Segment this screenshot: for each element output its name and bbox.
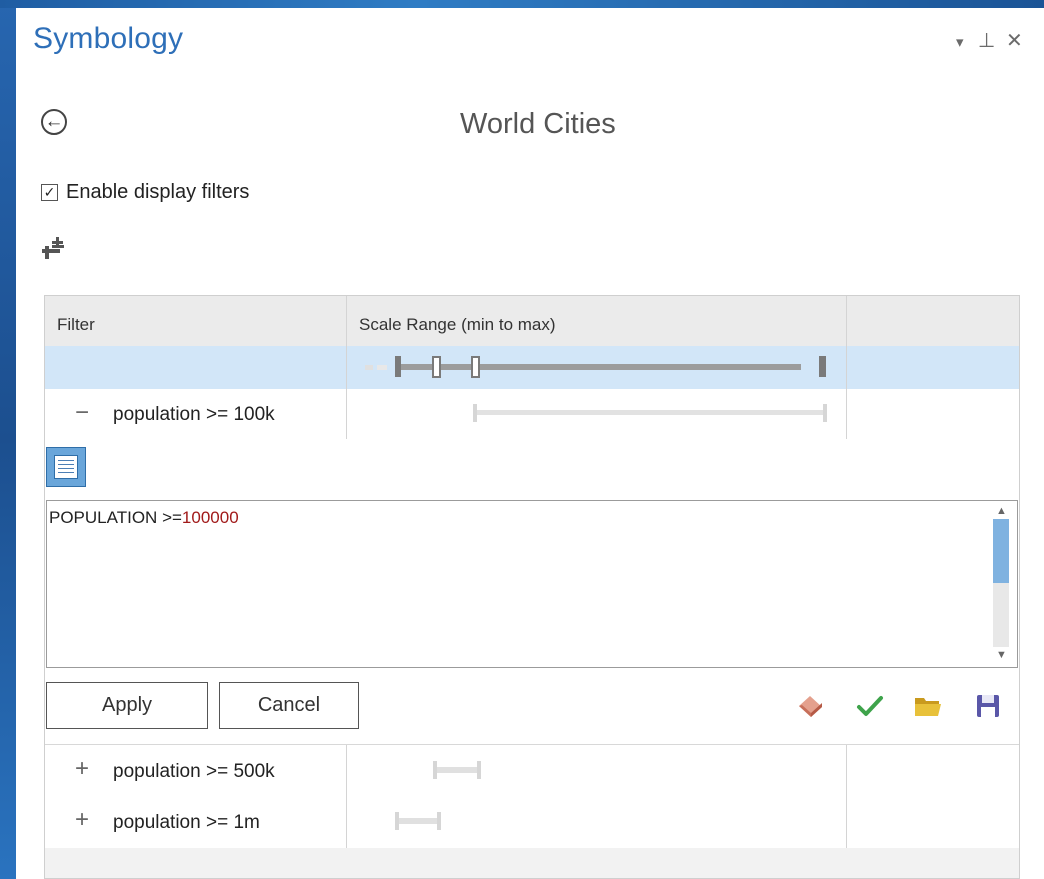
filter-row[interactable]: − population >= 100k — [45, 389, 1019, 440]
expression-textbox[interactable]: POPULATION >=100000 ▲ ▼ — [46, 500, 1018, 668]
filter-label: population >= 1m — [113, 812, 260, 833]
expression-field: POPULATION — [49, 508, 158, 527]
collapse-icon[interactable]: − — [75, 399, 89, 427]
sql-mode-button[interactable] — [46, 447, 86, 487]
grid-header: Filter Scale Range (min to max) — [45, 296, 1019, 347]
grid-footer — [45, 848, 1019, 878]
filter-scale-range[interactable] — [347, 796, 847, 848]
add-filter-icon[interactable] — [41, 234, 67, 264]
filter-label: population >= 500k — [113, 761, 275, 782]
checkmark-icon[interactable] — [855, 692, 885, 720]
scale-overview-row[interactable] — [45, 346, 1019, 390]
filter-cell: + population >= 500k — [45, 745, 347, 797]
pane-menu-icon[interactable]: ▾ — [956, 33, 964, 51]
expression-operator: >= — [162, 508, 182, 527]
filter-label: population >= 100k — [113, 404, 275, 425]
filter-cell: + population >= 1m — [45, 796, 347, 848]
scroll-up-icon[interactable]: ▲ — [996, 505, 1007, 517]
sql-mode-icon — [54, 455, 78, 479]
pin-icon[interactable]: ⊥ — [978, 28, 995, 53]
expand-icon[interactable]: + — [75, 806, 89, 834]
expression-scrollbar[interactable]: ▲ ▼ — [993, 505, 1009, 661]
symbology-pane: Symbology ▾ ⊥ ✕ ← World Cities ✓ Enable … — [16, 8, 1044, 879]
filter-row[interactable]: + population >= 500k — [45, 744, 1019, 798]
save-icon[interactable] — [973, 692, 1003, 720]
scroll-down-icon[interactable]: ▼ — [996, 649, 1007, 661]
filter-scale-range[interactable] — [347, 745, 847, 797]
back-arrow-icon: ← — [44, 111, 64, 132]
column-header-filter[interactable]: Filter — [45, 296, 347, 346]
cancel-button[interactable]: Cancel — [219, 682, 359, 729]
app-background-strip — [0, 0, 16, 879]
filter-scale-range[interactable] — [347, 389, 847, 439]
back-button[interactable]: ← — [41, 109, 67, 135]
apply-button[interactable]: Apply — [46, 682, 208, 729]
folder-open-icon[interactable] — [913, 692, 943, 720]
eraser-icon[interactable] — [795, 692, 825, 720]
layer-name: World Cities — [460, 108, 616, 140]
close-icon[interactable]: ✕ — [1006, 28, 1023, 53]
scale-overview-slider[interactable] — [347, 346, 847, 389]
enable-display-filters-row[interactable]: ✓ Enable display filters — [41, 181, 249, 204]
expand-icon[interactable]: + — [75, 755, 89, 783]
column-header-extra — [847, 296, 1019, 346]
filter-editor: POPULATION >=100000 ▲ ▼ Apply Cancel — [45, 439, 1019, 744]
app-top-strip — [0, 0, 1044, 8]
enable-display-filters-label: Enable display filters — [66, 181, 250, 203]
expression-value: 100000 — [181, 508, 239, 527]
enable-display-filters-checkbox[interactable]: ✓ — [41, 184, 58, 201]
expression-text: POPULATION >=100000 — [49, 508, 239, 528]
filter-row[interactable]: + population >= 1m — [45, 796, 1019, 849]
column-header-scale-range[interactable]: Scale Range (min to max) — [347, 296, 847, 346]
scroll-thumb[interactable] — [993, 519, 1009, 583]
filter-cell: − population >= 100k — [45, 389, 347, 439]
pane-title: Symbology — [33, 22, 184, 55]
display-filter-grid: Filter Scale Range (min to max) − popula… — [44, 295, 1020, 879]
